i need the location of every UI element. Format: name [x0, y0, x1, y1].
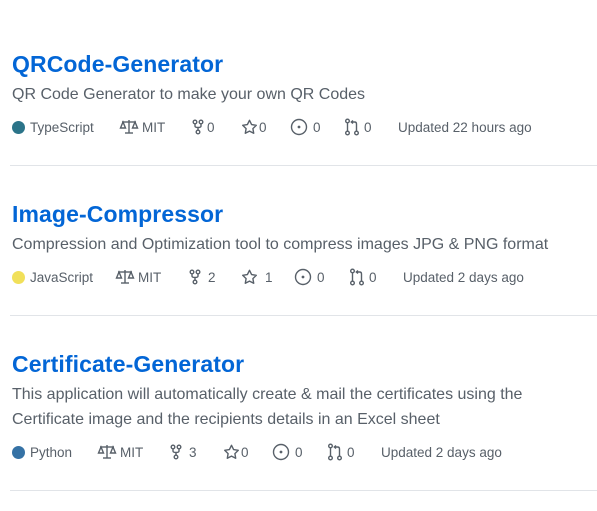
language-label: JavaScript: [30, 269, 94, 285]
divider: [10, 490, 597, 491]
issues-count: 0: [295, 444, 303, 460]
language-label: TypeScript: [30, 119, 94, 135]
issues[interactable]: 0: [272, 442, 303, 462]
stars-count: 0: [241, 444, 249, 460]
star-icon: [223, 444, 240, 460]
repo-name-link[interactable]: Certificate-Generator: [12, 351, 244, 378]
forks-count: 2: [208, 269, 216, 285]
law-icon: [119, 119, 139, 135]
language: JavaScript: [12, 267, 93, 287]
law-icon: [97, 444, 117, 460]
fork-icon: [192, 119, 204, 135]
issues[interactable]: 0: [290, 117, 321, 137]
law-icon: [115, 269, 135, 285]
repo-description: QR Code Generator to make your own QR Co…: [12, 86, 366, 103]
license: MIT: [115, 267, 161, 287]
pulls-count: 0: [347, 444, 355, 460]
issues-count: 0: [317, 269, 325, 285]
license-label: MIT: [142, 119, 166, 135]
stars[interactable]: 1: [241, 267, 273, 287]
language-label: Python: [30, 444, 73, 460]
issue-icon: [294, 268, 312, 286]
language: TypeScript: [12, 117, 94, 137]
issue-icon: [272, 443, 290, 461]
pull-request-icon: [344, 118, 360, 136]
pull-request-icon: [327, 443, 343, 461]
forks-count: 3: [189, 444, 197, 460]
pull-requests[interactable]: 0: [349, 267, 377, 287]
language: Python: [12, 442, 72, 462]
divider: [10, 165, 597, 166]
license-label: MIT: [120, 444, 144, 460]
updated-time: Updated 2 days ago: [381, 444, 502, 460]
pull-requests[interactable]: 0: [344, 117, 372, 137]
forks[interactable]: 3: [170, 442, 197, 462]
forks-count: 0: [207, 119, 215, 135]
language-color-dot: [12, 445, 25, 459]
pulls-count: 0: [369, 269, 377, 285]
language-color-dot: [12, 270, 25, 284]
star-icon: [241, 119, 258, 135]
license-label: MIT: [138, 269, 162, 285]
stars[interactable]: 0: [223, 442, 249, 462]
repo-name-link[interactable]: Image-Compressor: [12, 201, 223, 228]
star-icon: [241, 269, 258, 285]
divider: [10, 315, 597, 316]
issues-count: 0: [313, 119, 321, 135]
license: MIT: [97, 442, 143, 462]
pull-request-icon: [349, 268, 365, 286]
pull-requests[interactable]: 0: [327, 442, 355, 462]
forks[interactable]: 2: [189, 267, 216, 287]
license: MIT: [119, 117, 165, 137]
issue-icon: [290, 118, 308, 136]
forks[interactable]: 0: [192, 117, 215, 137]
issues[interactable]: 0: [294, 267, 325, 287]
stars[interactable]: 0: [241, 117, 267, 137]
pulls-count: 0: [364, 119, 372, 135]
repo-name-link[interactable]: QRCode-Generator: [12, 51, 223, 78]
fork-icon: [170, 444, 182, 460]
fork-icon: [189, 269, 201, 285]
stars-count: 1: [265, 269, 273, 285]
updated-time: Updated 2 days ago: [403, 269, 524, 285]
updated-time: Updated 22 hours ago: [398, 119, 532, 135]
stars-count: 0: [259, 119, 267, 135]
repo-description: Compression and Optimization tool to com…: [12, 236, 549, 253]
language-color-dot: [12, 120, 25, 134]
repo-description: This application will automatically crea…: [12, 386, 523, 428]
